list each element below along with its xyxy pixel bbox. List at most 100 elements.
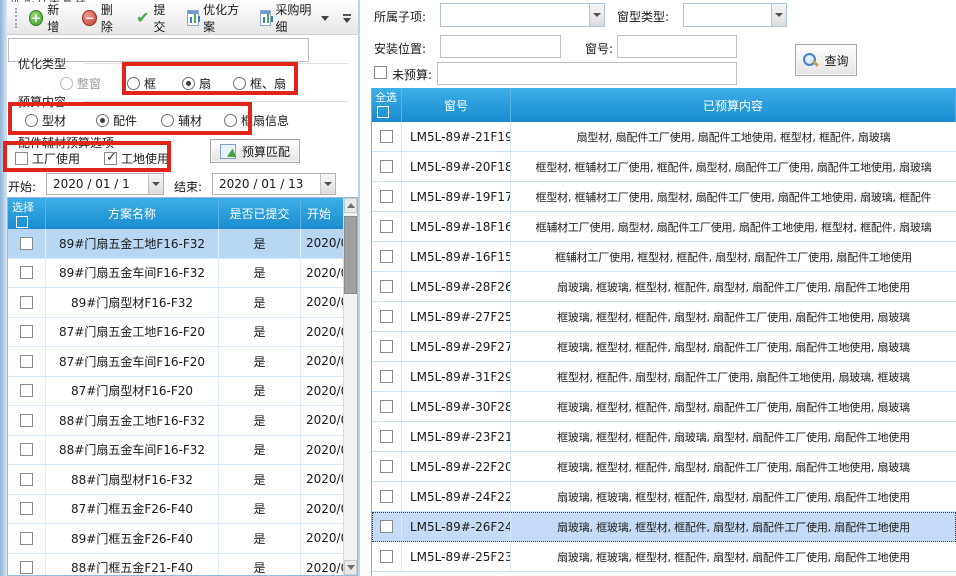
row-checkbox[interactable]	[380, 190, 393, 203]
row-checkbox[interactable]	[380, 430, 393, 443]
site-use-checkbox[interactable]	[104, 152, 117, 165]
budget-match-button[interactable]: 预算匹配	[210, 139, 300, 163]
window-row[interactable]: LM5L-89#-23F21 框玻璃, 框型材, 框配件, 扇玻璃, 扇型材, …	[372, 422, 956, 452]
no-budget-checkbox[interactable]	[374, 66, 387, 79]
delete-button[interactable]: − 删除	[79, 0, 125, 37]
row-checkbox[interactable]	[380, 130, 393, 143]
window-row[interactable]: LM5L-89#-19F17 框型材, 框辅材工厂使用, 扇型材, 扇配件工厂使…	[372, 182, 956, 212]
plan-row[interactable]: 89#门扇五金工地F16-F32 是 2020/0	[8, 229, 357, 259]
row-checkbox[interactable]	[20, 384, 33, 397]
budgeted-content: 框玻璃, 框型材, 框配件, 扇型材, 扇配件工厂使用, 扇配件工地使用, 扇玻…	[511, 392, 956, 421]
row-checkbox[interactable]	[380, 250, 393, 263]
panel-splitter[interactable]	[358, 0, 371, 576]
chevron-down-icon[interactable]	[589, 4, 604, 26]
radio-frame-sash-info[interactable]	[224, 114, 237, 127]
radio-whole-window[interactable]	[60, 77, 73, 90]
calendar-dropdown-icon[interactable]	[320, 174, 335, 194]
row-checkbox[interactable]	[20, 561, 33, 574]
plans-table-scrollbar[interactable]	[343, 198, 357, 575]
query-button[interactable]: 查询	[795, 44, 857, 76]
window-row[interactable]: LM5L-89#-31F29 框型材, 框配件, 扇型材, 扇配件工厂使用, 扇…	[372, 362, 956, 392]
window-row[interactable]: LM5L-89#-30F28 框玻璃, 框型材, 框配件, 扇型材, 扇配件工厂…	[372, 392, 956, 422]
radio-sash[interactable]	[182, 77, 195, 90]
row-checkbox[interactable]	[20, 237, 33, 250]
row-checkbox[interactable]	[380, 520, 393, 533]
purchase-detail-button[interactable]: 采购明细	[257, 0, 332, 37]
row-checkbox[interactable]	[380, 490, 393, 503]
toolbar-overflow-button[interactable]	[340, 11, 354, 26]
scroll-up-icon[interactable]	[344, 198, 357, 213]
plan-row[interactable]: 89#门扇型材F16-F32 是 2020/0	[8, 288, 357, 318]
optimize-plan-button[interactable]: 优化方案	[184, 0, 248, 37]
radio-auxiliary[interactable]	[161, 114, 174, 127]
submit-button[interactable]: ✔ 提交	[133, 0, 176, 37]
plan-row[interactable]: 87#门框五金F26-F40 是 2020/0	[8, 495, 357, 525]
row-checkbox[interactable]	[20, 296, 33, 309]
row-checkbox[interactable]	[20, 325, 33, 338]
group-divider	[84, 101, 348, 102]
window-row[interactable]: LM5L-89#-27F25 框玻璃, 框型材, 框配件, 扇型材, 扇配件工厂…	[372, 302, 956, 332]
select-all-windows-checkbox[interactable]	[377, 106, 389, 118]
plan-row[interactable]: 89#门扇五金车间F16-F32 是 2020/0	[8, 259, 357, 289]
plan-row[interactable]: 89#门框五金F26-F40 是 2020/0	[8, 524, 357, 554]
factory-use-checkbox[interactable]	[15, 152, 28, 165]
row-checkbox[interactable]	[380, 550, 393, 563]
scroll-down-icon[interactable]	[344, 560, 357, 575]
radio-frame[interactable]	[127, 77, 140, 90]
row-checkbox[interactable]	[380, 160, 393, 173]
row-checkbox[interactable]	[380, 310, 393, 323]
row-checkbox[interactable]	[20, 443, 33, 456]
window-row[interactable]: LM5L-89#-20F18 框型材, 框辅材工厂使用, 框配件, 扇型材, 扇…	[372, 152, 956, 182]
row-checkbox[interactable]	[20, 414, 33, 427]
no-budget-input[interactable]	[437, 62, 737, 85]
calendar-dropdown-icon[interactable]	[148, 174, 163, 194]
row-checkbox[interactable]	[20, 532, 33, 545]
radio-frame-sash[interactable]	[233, 77, 246, 90]
plan-row[interactable]: 88#门扇五金工地F16-F32 是 2020/0	[8, 406, 357, 436]
row-checkbox[interactable]	[20, 355, 33, 368]
window-row[interactable]: LM5L-89#-25F23 扇玻璃, 框玻璃, 框型材, 框配件, 扇型材, …	[372, 542, 956, 572]
plan-row[interactable]: 87#门扇五金车间F16-F20 是 2020/0	[8, 347, 357, 377]
row-checkbox[interactable]	[380, 340, 393, 353]
submitted-column-header[interactable]: 是否已提交	[219, 198, 301, 229]
window-no-input[interactable]	[617, 35, 737, 58]
add-button[interactable]: + 新增	[26, 0, 72, 37]
plan-row[interactable]: 87#门扇五金工地F16-F20 是 2020/0	[8, 318, 357, 348]
start-date-picker[interactable]: 2020 / 01 / 1	[46, 173, 164, 195]
install-position-input[interactable]	[440, 35, 561, 58]
toolbar-grip[interactable]	[15, 8, 18, 28]
row-checkbox[interactable]	[380, 460, 393, 473]
row-checkbox[interactable]	[380, 280, 393, 293]
row-checkbox[interactable]	[380, 220, 393, 233]
row-checkbox[interactable]	[20, 473, 33, 486]
row-checkbox[interactable]	[380, 400, 393, 413]
window-row[interactable]: LM5L-89#-24F22 扇玻璃, 框玻璃, 框型材, 框配件, 扇型材, …	[372, 482, 956, 512]
radio-profile[interactable]	[25, 114, 38, 127]
plan-row[interactable]: 88#门扇型材F16-F32 是 2020/0	[8, 465, 357, 495]
radio-fitting[interactable]	[96, 114, 109, 127]
window-row[interactable]: LM5L-89#-28F26 扇玻璃, 框玻璃, 框型材, 框配件, 扇型材, …	[372, 272, 956, 302]
window-row[interactable]: LM5L-89#-18F16 框辅材工厂使用, 扇型材, 扇配件工厂使用, 扇配…	[372, 212, 956, 242]
window-type-select[interactable]	[683, 3, 787, 27]
window-no-column-header[interactable]: 窗号	[402, 88, 511, 122]
plan-row[interactable]: 87#门扇型材F16-F20 是 2020/0	[8, 377, 357, 407]
window-row[interactable]: LM5L-89#-22F20 框玻璃, 框型材, 框配件, 扇型材, 扇配件工厂…	[372, 452, 956, 482]
budgeted-column-header[interactable]: 已预算内容	[511, 88, 956, 122]
plan-row[interactable]: 88#门扇五金车间F16-F32 是 2020/0	[8, 436, 357, 466]
row-checkbox[interactable]	[380, 370, 393, 383]
sub-item-select[interactable]	[440, 3, 605, 27]
select-all-plans-checkbox[interactable]	[16, 216, 28, 228]
chevron-down-icon[interactable]	[321, 16, 329, 21]
chevron-down-icon[interactable]	[771, 4, 786, 26]
row-checkbox[interactable]	[20, 266, 33, 279]
plan-name-column-header[interactable]: 方案名称	[46, 198, 219, 229]
end-date-picker[interactable]: 2020 / 01 / 13	[212, 173, 336, 195]
plan-row[interactable]: 88#门框五金F21-F40 是 2020/0	[8, 554, 357, 576]
window-row[interactable]: LM5L-89#-16F15 框辅材工厂使用, 框型材, 框配件, 扇型材, 扇…	[372, 242, 956, 272]
window-row[interactable]: LM5L-89#-29F27 框玻璃, 框型材, 框配件, 扇型材, 扇配件工厂…	[372, 332, 956, 362]
query-button-label: 查询	[824, 52, 848, 69]
scrollbar-thumb[interactable]	[344, 216, 357, 294]
window-row[interactable]: LM5L-89#-21F19 扇型材, 扇配件工厂使用, 扇配件工地使用, 框型…	[372, 122, 956, 152]
window-row-selected[interactable]: LM5L-89#-26F24 扇玻璃, 框玻璃, 框型材, 框配件, 扇型材, …	[372, 512, 956, 542]
row-checkbox[interactable]	[20, 502, 33, 515]
